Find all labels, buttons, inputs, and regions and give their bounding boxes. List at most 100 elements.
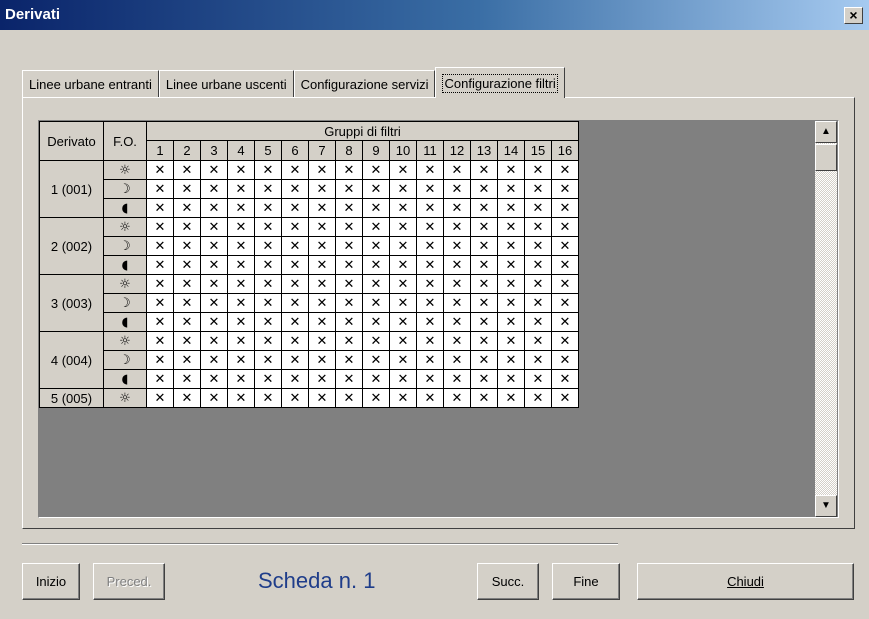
filter-cell[interactable]: ✕ (470, 331, 498, 351)
filter-cell[interactable]: ✕ (200, 198, 228, 218)
filter-cell[interactable]: ✕ (524, 236, 552, 256)
filter-cell[interactable]: ✕ (470, 274, 498, 294)
filter-cell[interactable]: ✕ (524, 198, 552, 218)
filter-cell[interactable]: ✕ (227, 236, 255, 256)
filter-cell[interactable]: ✕ (173, 331, 201, 351)
filter-cell[interactable]: ✕ (200, 274, 228, 294)
filter-cell[interactable]: ✕ (281, 331, 309, 351)
filter-cell[interactable]: ✕ (173, 293, 201, 313)
filter-cell[interactable]: ✕ (524, 274, 552, 294)
filter-cell[interactable]: ✕ (146, 160, 174, 180)
filter-cell[interactable]: ✕ (173, 160, 201, 180)
filter-cell[interactable]: ✕ (308, 198, 336, 218)
filter-cell[interactable]: ✕ (227, 369, 255, 389)
filter-cell[interactable]: ✕ (362, 293, 390, 313)
filter-cell[interactable]: ✕ (200, 160, 228, 180)
filter-cell[interactable]: ✕ (308, 388, 336, 408)
filter-cell[interactable]: ✕ (551, 331, 579, 351)
filter-cell[interactable]: ✕ (335, 312, 363, 332)
filter-cell[interactable]: ✕ (362, 255, 390, 275)
filter-cell[interactable]: ✕ (308, 369, 336, 389)
filter-cell[interactable]: ✕ (335, 236, 363, 256)
filter-cell[interactable]: ✕ (551, 312, 579, 332)
filter-cell[interactable]: ✕ (146, 312, 174, 332)
vertical-scrollbar[interactable]: ▲ ▼ (815, 121, 837, 517)
filter-cell[interactable]: ✕ (281, 236, 309, 256)
filter-cell[interactable]: ✕ (146, 274, 174, 294)
filter-cell[interactable]: ✕ (173, 179, 201, 199)
filter-cell[interactable]: ✕ (362, 312, 390, 332)
filter-cell[interactable]: ✕ (497, 217, 525, 237)
filter-cell[interactable]: ✕ (362, 236, 390, 256)
filter-cell[interactable]: ✕ (416, 160, 444, 180)
filter-cell[interactable]: ✕ (362, 388, 390, 408)
filter-cell[interactable]: ✕ (281, 312, 309, 332)
filter-cell[interactable]: ✕ (200, 369, 228, 389)
filter-cell[interactable]: ✕ (146, 369, 174, 389)
filter-cell[interactable]: ✕ (281, 217, 309, 237)
filter-cell[interactable]: ✕ (281, 160, 309, 180)
filter-cell[interactable]: ✕ (335, 331, 363, 351)
filter-cell[interactable]: ✕ (443, 179, 471, 199)
filter-cell[interactable]: ✕ (551, 293, 579, 313)
filter-cell[interactable]: ✕ (173, 198, 201, 218)
filter-cell[interactable]: ✕ (551, 217, 579, 237)
filter-cell[interactable]: ✕ (443, 293, 471, 313)
filter-cell[interactable]: ✕ (200, 331, 228, 351)
filter-cell[interactable]: ✕ (389, 236, 417, 256)
filter-cell[interactable]: ✕ (227, 198, 255, 218)
filter-cell[interactable]: ✕ (524, 331, 552, 351)
filter-cell[interactable]: ✕ (416, 350, 444, 370)
filter-cell[interactable]: ✕ (281, 255, 309, 275)
filter-cell[interactable]: ✕ (146, 293, 174, 313)
filter-cell[interactable]: ✕ (335, 198, 363, 218)
filter-cell[interactable]: ✕ (389, 350, 417, 370)
filter-cell[interactable]: ✕ (470, 198, 498, 218)
filter-cell[interactable]: ✕ (551, 236, 579, 256)
filter-cell[interactable]: ✕ (443, 236, 471, 256)
filter-cell[interactable]: ✕ (146, 350, 174, 370)
filter-cell[interactable]: ✕ (497, 350, 525, 370)
filter-cell[interactable]: ✕ (362, 179, 390, 199)
filter-cell[interactable]: ✕ (524, 388, 552, 408)
filter-cell[interactable]: ✕ (470, 369, 498, 389)
filter-cell[interactable]: ✕ (551, 388, 579, 408)
filter-cell[interactable]: ✕ (389, 179, 417, 199)
filter-cell[interactable]: ✕ (551, 179, 579, 199)
filter-cell[interactable]: ✕ (227, 274, 255, 294)
filter-cell[interactable]: ✕ (227, 331, 255, 351)
filter-cell[interactable]: ✕ (254, 198, 282, 218)
filter-cell[interactable]: ✕ (308, 179, 336, 199)
filter-cell[interactable]: ✕ (416, 255, 444, 275)
filter-cell[interactable]: ✕ (470, 312, 498, 332)
filter-cell[interactable]: ✕ (227, 160, 255, 180)
filter-cell[interactable]: ✕ (173, 388, 201, 408)
filter-cell[interactable]: ✕ (254, 350, 282, 370)
filter-cell[interactable]: ✕ (173, 312, 201, 332)
filter-cell[interactable]: ✕ (389, 312, 417, 332)
filter-cell[interactable]: ✕ (281, 293, 309, 313)
filter-cell[interactable]: ✕ (551, 160, 579, 180)
filter-cell[interactable]: ✕ (227, 350, 255, 370)
filter-cell[interactable]: ✕ (524, 293, 552, 313)
filter-cell[interactable]: ✕ (146, 217, 174, 237)
filter-cell[interactable]: ✕ (551, 198, 579, 218)
filter-cell[interactable]: ✕ (389, 331, 417, 351)
filter-cell[interactable]: ✕ (146, 179, 174, 199)
close-button[interactable]: × (844, 7, 863, 24)
tab-linee-urbane-entranti[interactable]: Linee urbane entranti (22, 70, 159, 98)
filter-cell[interactable]: ✕ (416, 369, 444, 389)
filter-cell[interactable]: ✕ (362, 369, 390, 389)
filter-cell[interactable]: ✕ (308, 160, 336, 180)
filter-cell[interactable]: ✕ (173, 350, 201, 370)
filter-cell[interactable]: ✕ (524, 369, 552, 389)
filter-cell[interactable]: ✕ (362, 198, 390, 218)
filter-cell[interactable]: ✕ (389, 369, 417, 389)
filter-cell[interactable]: ✕ (281, 350, 309, 370)
filter-cell[interactable]: ✕ (524, 160, 552, 180)
filter-cell[interactable]: ✕ (551, 369, 579, 389)
filter-cell[interactable]: ✕ (389, 217, 417, 237)
filter-cell[interactable]: ✕ (497, 179, 525, 199)
filter-cell[interactable]: ✕ (200, 217, 228, 237)
filter-cell[interactable]: ✕ (173, 274, 201, 294)
